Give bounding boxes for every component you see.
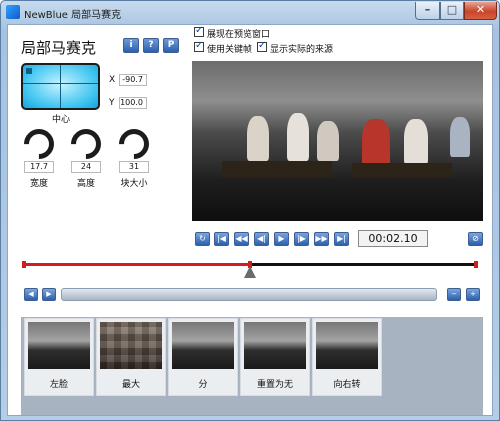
preset-thumbnail (172, 322, 234, 369)
show-source-label: 显示实际的来源 (270, 45, 334, 55)
preset-label: 向右转 (333, 380, 361, 390)
play-button[interactable]: ▶ (274, 232, 289, 246)
help-button[interactable]: ? (143, 38, 159, 53)
app-icon (6, 5, 20, 19)
preset-thumbnail (28, 322, 90, 369)
window-title: NewBlue 局部马赛克 (24, 10, 122, 21)
preset-item[interactable]: 向右转 (312, 318, 382, 396)
scroll-right-button[interactable]: ▶ (42, 288, 56, 301)
minimize-button[interactable]: – (415, 2, 440, 20)
pad-horizontal-axis (23, 83, 98, 84)
preset-thumbnail (100, 322, 162, 369)
minimize-icon: – (424, 3, 431, 16)
student-figure (450, 117, 470, 157)
use-keyframes-label: 使用关键帧 (207, 45, 253, 55)
y-input[interactable]: 100.0 (119, 97, 147, 109)
reset-button[interactable]: ⊘ (468, 232, 483, 246)
student-figure (404, 119, 428, 165)
preset-item[interactable]: 分 (168, 318, 238, 396)
preset-label: 左脸 (49, 380, 68, 390)
block-size-value[interactable]: 31 (119, 161, 149, 173)
next-keyframe-button[interactable]: ▶▶ (314, 232, 329, 246)
preset-label: 分 (198, 380, 208, 390)
maximize-icon: □ (446, 3, 458, 16)
show-in-preview-label: 展现在预览窗口 (207, 30, 271, 40)
preset-thumbnail (244, 322, 306, 369)
student-figure (317, 121, 339, 161)
step-back-button[interactable]: ◀| (254, 232, 269, 246)
y-label: Y (109, 98, 115, 108)
use-keyframes-checkbox[interactable] (194, 40, 204, 52)
student-figure (287, 113, 309, 161)
effect-title: 局部马赛克 (21, 39, 97, 57)
video-preview[interactable] (192, 61, 483, 221)
show-source-checkbox[interactable] (257, 40, 267, 52)
maximize-button[interactable]: □ (440, 2, 464, 20)
close-button[interactable]: ✕ (464, 2, 497, 20)
info-button[interactable]: i (123, 38, 139, 53)
desk (222, 161, 332, 177)
go-to-start-button[interactable]: |◀ (214, 232, 229, 246)
title-bar[interactable]: NewBlue 局部马赛克 – □ ✕ (1, 1, 499, 23)
height-value[interactable]: 24 (71, 161, 101, 173)
block-size-label: 块大小 (120, 179, 148, 189)
block-size-dial[interactable] (112, 122, 156, 166)
desk (352, 163, 452, 177)
effect-window: NewBlue 局部马赛克 – □ ✕ 局部马赛克 i ? P 中心 X -90… (0, 0, 500, 421)
preset-item[interactable]: 重置为无 (240, 318, 310, 396)
center-position-pad[interactable] (21, 63, 100, 110)
preset-thumbnail (316, 322, 378, 369)
center-label: 中心 (52, 115, 71, 125)
presets-button[interactable]: P (163, 38, 179, 53)
keyframe-marker[interactable] (474, 261, 478, 268)
prev-keyframe-button[interactable]: ◀◀ (234, 232, 249, 246)
preset-label: 最大 (121, 380, 140, 390)
student-figure (362, 119, 390, 167)
x-label: X (109, 75, 116, 85)
show-in-preview-checkbox[interactable] (194, 25, 204, 37)
client-area: 局部马赛克 i ? P 中心 X -90.7 Y 100.0 17.7 宽度 2… (7, 24, 493, 416)
preset-scrollbar[interactable] (61, 288, 437, 301)
height-dial[interactable] (64, 122, 108, 166)
go-to-end-button[interactable]: ▶| (334, 232, 349, 246)
preset-strip: 左脸 最大 分 重置为无 向右转 (21, 317, 483, 415)
pad-vertical-axis (60, 65, 61, 108)
height-label: 高度 (76, 179, 95, 189)
mosaic-preview (100, 322, 162, 369)
close-icon: ✕ (475, 3, 486, 16)
preview-frame (192, 61, 483, 221)
width-label: 宽度 (29, 179, 48, 189)
pad-handle[interactable] (26, 68, 32, 74)
preset-item[interactable]: 最大 (96, 318, 166, 396)
zoom-in-button[interactable]: + (466, 288, 480, 301)
step-forward-button[interactable]: |▶ (294, 232, 309, 246)
width-dial[interactable] (17, 122, 61, 166)
student-figure (247, 116, 269, 161)
zoom-out-button[interactable]: − (447, 288, 461, 301)
preset-item[interactable]: 左脸 (24, 318, 94, 396)
x-input[interactable]: -90.7 (119, 74, 147, 86)
scroll-left-button[interactable]: ◀ (24, 288, 38, 301)
keyframe-marker[interactable] (22, 261, 26, 268)
playhead-marker[interactable] (244, 266, 256, 278)
loop-button[interactable]: ↻ (195, 232, 210, 246)
timecode-display: 00:02.10 (358, 230, 428, 247)
width-value[interactable]: 17.7 (24, 161, 54, 173)
preset-label: 重置为无 (256, 380, 293, 390)
keyframe-range (22, 263, 250, 266)
